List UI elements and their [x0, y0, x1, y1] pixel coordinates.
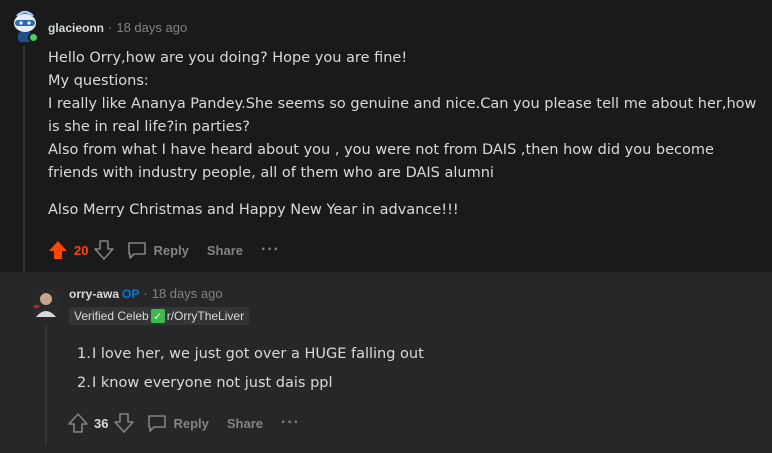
comment-paragraph: Also Merry Christmas and Happy New Year … [48, 202, 459, 218]
user-flair: Verified Celeb ✓ r/OrryTheLiver [69, 307, 250, 325]
arrow-down-icon[interactable] [92, 238, 116, 262]
arrow-up-icon[interactable] [66, 411, 90, 435]
flair-text: Verified Celeb [74, 309, 149, 323]
arrow-down-icon[interactable] [112, 411, 136, 435]
list-number: 2. [77, 375, 91, 391]
thread-line[interactable] [23, 46, 25, 272]
reply-label: Reply [153, 242, 189, 258]
user-avatar[interactable] [30, 287, 62, 321]
online-status-icon [28, 32, 39, 43]
list-item: 2. I know everyone not just dais ppl [77, 369, 737, 398]
vote-count: 36 [94, 415, 109, 431]
arrow-up-icon[interactable] [46, 238, 70, 262]
list-item: 1. I love her, we just got over a HUGE f… [77, 340, 737, 369]
share-button[interactable]: Share [207, 243, 243, 258]
profile-photo-icon [31, 289, 61, 319]
list-text: I love her, we just got over a HUGE fall… [92, 346, 424, 362]
separator: · [143, 286, 148, 301]
comment-body: Hello Orry,how are you doing? Hope you a… [48, 47, 758, 222]
check-mark-icon: ✓ [150, 309, 165, 323]
username[interactable]: orry-awa [69, 287, 119, 301]
op-badge: OP [122, 287, 140, 301]
timestamp[interactable]: 18 days ago [116, 20, 187, 35]
reply-label: Reply [173, 415, 209, 431]
vote-count: 20 [74, 242, 89, 258]
comment-meta: glacieonn · 18 days ago [48, 20, 187, 35]
chat-bubble-icon [128, 242, 147, 259]
comment-actions: 20 Reply Share ··· [46, 238, 280, 262]
ellipsis-icon[interactable]: ··· [261, 241, 280, 259]
comment-paragraph: Hello Orry,how are you doing? Hope you a… [48, 50, 408, 66]
comment-paragraph: Also from what I have heard about you , … [48, 142, 714, 181]
username[interactable]: glacieonn [48, 21, 104, 35]
ellipsis-icon[interactable]: ··· [281, 414, 300, 432]
flair-subreddit: r/OrryTheLiver [166, 309, 245, 323]
reply-button[interactable]: Reply [146, 412, 209, 434]
reply-button[interactable]: Reply [126, 239, 189, 261]
list-text: I know everyone not just dais ppl [92, 375, 333, 391]
reply-meta: orry-awa OP · 18 days ago [69, 286, 223, 301]
share-button[interactable]: Share [227, 416, 263, 431]
comment-paragraph: My questions: [48, 73, 149, 89]
chat-bubble-icon [148, 415, 167, 432]
separator: · [108, 20, 113, 35]
reply-body: 1. I love her, we just got over a HUGE f… [77, 340, 737, 398]
comment-paragraph: I really like Ananya Pandey.She seems so… [48, 96, 757, 135]
reply-actions: 36 Reply Share ··· [66, 411, 300, 435]
timestamp[interactable]: 18 days ago [152, 286, 223, 301]
thread-line[interactable] [45, 325, 47, 445]
list-number: 1. [77, 346, 91, 362]
